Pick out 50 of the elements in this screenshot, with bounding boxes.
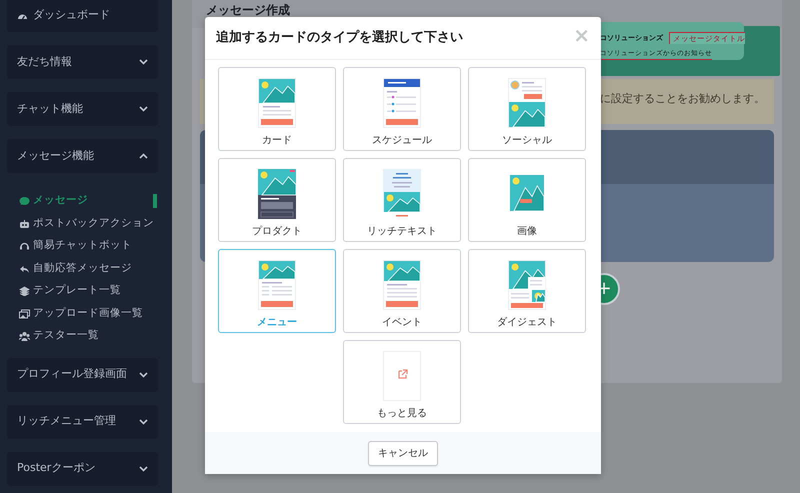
sidebar-group-header[interactable]: リッチメニュー管理: [7, 404, 158, 438]
sidebar-group-header[interactable]: プロフィール登録画面: [7, 358, 158, 392]
sidebar-item[interactable]: ダッシュボード: [7, 0, 158, 32]
schedule-thumbnail-drawing: [383, 78, 421, 128]
product-thumbnail-drawing: [258, 169, 296, 219]
chevron-down-icon: [139, 418, 148, 424]
card-type-option[interactable]: もっと見る: [343, 340, 461, 424]
sidebar-subitem[interactable]: メッセージ: [19, 190, 158, 212]
sidebar-group-header[interactable]: 友だち情報: [7, 45, 158, 79]
card-type-option[interactable]: リッチテキスト: [343, 158, 461, 242]
sidebar-subitem[interactable]: テンプレート一覧: [19, 280, 158, 302]
active-indicator: [153, 194, 157, 208]
notice-text: に設定することをお勧めします。: [600, 92, 765, 105]
chevron-up-icon: [139, 153, 148, 159]
social-thumbnail-drawing: [508, 78, 546, 128]
richtext-thumbnail-drawing: [383, 169, 421, 219]
chevron-down-icon: [139, 372, 148, 378]
card-type-option[interactable]: ソーシャル: [468, 67, 586, 151]
event-thumbnail-drawing: [383, 260, 421, 310]
sidebar-group-header[interactable]: Posterクーポン: [7, 452, 158, 486]
digest-thumbnail-drawing: [508, 260, 546, 310]
sidebar-subitem[interactable]: ポストバックアクション: [19, 212, 158, 235]
chat-bubble-icon: [19, 196, 30, 206]
external-link-icon-drawing: [383, 351, 421, 401]
sidebar-subitem[interactable]: テスター一覧: [19, 325, 158, 348]
card-type-option[interactable]: イベント: [343, 249, 461, 333]
card-type-option[interactable]: 画像: [468, 158, 586, 242]
robot-icon: [19, 218, 30, 229]
card-type-option[interactable]: カード: [218, 67, 336, 151]
layers-icon: [19, 286, 30, 296]
card-type-option[interactable]: プロダクト: [218, 158, 336, 242]
card-thumbnail-drawing: [258, 78, 296, 128]
sidebar-subitem[interactable]: 簡易チャットボット: [19, 235, 158, 258]
page-title: メッセージ作成: [206, 3, 290, 17]
sidebar-group-header[interactable]: チャット機能: [7, 92, 158, 126]
chevron-down-icon: [139, 466, 148, 472]
users-icon: [19, 331, 30, 342]
sidebar-subitem[interactable]: アップロード画像一覧: [19, 302, 158, 325]
sidebar-subitem[interactable]: 自動応答メッセージ: [19, 258, 158, 280]
card-type-option[interactable]: ダイジェスト: [468, 249, 586, 333]
chevron-down-icon: [139, 59, 148, 65]
modal-title: 追加するカードのタイプを選択して下さい: [216, 30, 463, 46]
menu-thumbnail-drawing: [258, 260, 296, 310]
images-icon: [19, 308, 30, 319]
cancel-button[interactable]: キャンセル: [368, 440, 438, 466]
chevron-down-icon: [139, 106, 148, 112]
card-type-option[interactable]: スケジュール: [343, 67, 461, 151]
sidebar-group-header[interactable]: メッセージ機能: [7, 139, 158, 173]
headset-icon: [19, 241, 30, 252]
reply-arrow-icon: [19, 264, 30, 274]
